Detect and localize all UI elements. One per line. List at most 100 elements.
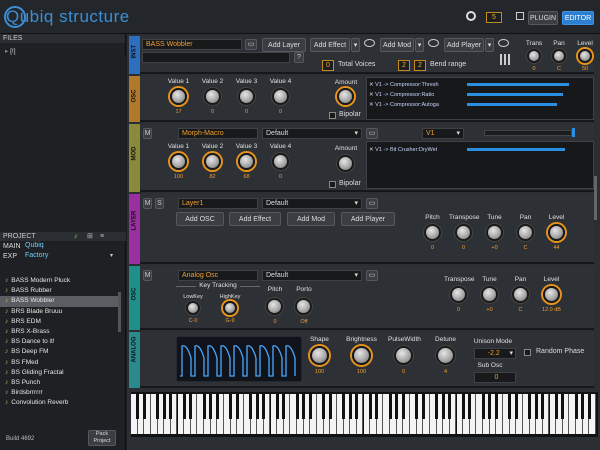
add-osc-button[interactable]: Add OSC <box>176 212 224 226</box>
knob[interactable] <box>436 346 455 365</box>
mod-target-select[interactable]: V1 ▾ <box>422 128 464 139</box>
knob[interactable] <box>481 286 498 303</box>
list-icon[interactable]: ≡ <box>100 232 104 241</box>
knob[interactable] <box>517 224 534 241</box>
black-key[interactable] <box>574 394 578 419</box>
popout-icon[interactable] <box>516 12 524 20</box>
add-mod-dropdown[interactable]: ▾ <box>415 38 424 52</box>
knob[interactable] <box>310 346 329 365</box>
layer-name-field[interactable]: Layer1 <box>178 198 258 209</box>
knob[interactable] <box>455 224 472 241</box>
black-key[interactable] <box>328 394 332 419</box>
osc-porto-knob[interactable] <box>295 298 312 315</box>
mod-route-row[interactable]: ✕ V1 -> Compressor:Autoga <box>369 101 439 109</box>
add-effect-dropdown[interactable]: ▾ <box>351 38 360 52</box>
black-key[interactable] <box>587 394 591 419</box>
add-folder-icon[interactable]: ⊞ <box>87 232 93 241</box>
inst-trans-knob[interactable] <box>527 49 541 63</box>
black-key[interactable] <box>275 394 279 419</box>
knob[interactable] <box>170 88 187 105</box>
preset-list-item[interactable]: ♪ BS Deep FM <box>0 347 118 357</box>
inst-notes-field[interactable] <box>142 52 290 63</box>
main-scrollbar[interactable] <box>594 176 597 220</box>
amount-knob-1[interactable] <box>337 88 354 105</box>
osc-preset-select[interactable]: Default ▾ <box>262 270 362 281</box>
open-folder-icon[interactable]: ▭ <box>245 39 257 50</box>
black-key[interactable] <box>441 394 445 419</box>
black-key[interactable] <box>435 394 439 419</box>
effect-visibility-icon[interactable] <box>364 39 375 47</box>
add-mod-button[interactable]: Add Mod <box>380 38 414 52</box>
add-effect-button[interactable]: Add Effect <box>310 38 350 52</box>
mod-target-slider[interactable] <box>484 130 572 136</box>
black-key[interactable] <box>541 394 545 419</box>
black-key[interactable] <box>182 394 186 419</box>
knob[interactable] <box>272 88 289 105</box>
preset-list-item[interactable]: ♪ BRS Blade Bruuu <box>0 307 118 317</box>
preset-list-item[interactable]: ♪ BASS Rubber <box>0 286 118 296</box>
black-key[interactable] <box>534 394 538 419</box>
mod-route-row[interactable]: ✕ V1 -> Bit Crusher:DryWet <box>369 146 437 154</box>
black-key[interactable] <box>554 394 558 419</box>
knob[interactable] <box>204 88 221 105</box>
layer-add-mod-button[interactable]: Add Mod <box>287 212 335 226</box>
main-select[interactable]: Qubiq <box>25 242 44 249</box>
mod-route-row[interactable]: ✕ V1 -> Compressor:Ratio <box>369 91 434 99</box>
preset-list-item[interactable]: ♪ BASS Modern Pluck <box>0 276 118 286</box>
black-key[interactable] <box>395 394 399 419</box>
preset-list-item[interactable]: ♪ Convolution Reverb <box>0 398 118 408</box>
black-key[interactable] <box>388 394 392 419</box>
black-key[interactable] <box>415 394 419 419</box>
black-key[interactable] <box>514 394 518 419</box>
sidebar-scrollbar[interactable] <box>118 292 121 332</box>
black-key[interactable] <box>322 394 326 419</box>
black-key[interactable] <box>162 394 166 419</box>
black-key[interactable] <box>209 394 213 419</box>
preset-list-item[interactable]: ♪ BRS EDM <box>0 317 118 327</box>
knob[interactable] <box>512 286 529 303</box>
mod-name-field[interactable]: Morph-Macro <box>178 128 258 139</box>
preset-list-item[interactable]: ♪ BS Punch <box>0 378 118 388</box>
inst-level-knob[interactable] <box>578 49 592 63</box>
layer-menu-button[interactable]: M <box>143 198 152 209</box>
black-key[interactable] <box>189 394 193 419</box>
knob[interactable] <box>238 88 255 105</box>
black-key[interactable] <box>229 394 233 419</box>
layer-add-player-button[interactable]: Add Player <box>341 212 395 226</box>
black-key[interactable] <box>308 394 312 419</box>
black-key[interactable] <box>156 394 160 419</box>
sub-osc-select[interactable]: 0 <box>474 372 516 383</box>
knob[interactable] <box>548 224 565 241</box>
black-key[interactable] <box>302 394 306 419</box>
knob[interactable] <box>170 153 187 170</box>
knob[interactable] <box>450 286 467 303</box>
black-key[interactable] <box>561 394 565 419</box>
bend-range-up[interactable]: 2 <box>414 60 426 71</box>
inst-name-field[interactable]: BASS Wobbler <box>142 39 242 50</box>
add-player-dropdown[interactable]: ▾ <box>485 38 494 52</box>
black-key[interactable] <box>481 394 485 419</box>
black-key[interactable] <box>494 394 498 419</box>
help-button[interactable]: ? <box>294 52 304 63</box>
preset-list-item[interactable]: ♪ BS FMed <box>0 358 118 368</box>
exp-dropdown-icon[interactable]: ▾ <box>110 252 113 259</box>
black-key[interactable] <box>401 394 405 419</box>
mod-route-bar[interactable] <box>467 103 557 106</box>
add-player-button[interactable]: Add Player <box>444 38 484 52</box>
black-key[interactable] <box>488 394 492 419</box>
layer-solo-button[interactable]: S <box>155 198 164 209</box>
bipolar-checkbox-1[interactable] <box>329 112 336 119</box>
black-key[interactable] <box>421 394 425 419</box>
preset-list-item[interactable]: ♪ Birdsbrrrrrr <box>0 388 118 398</box>
bend-range-down[interactable]: 2 <box>398 60 410 71</box>
black-key[interactable] <box>348 394 352 419</box>
editor-button[interactable]: EDITOR <box>562 11 594 25</box>
preset-list-item[interactable]: ♪ BS Dance to it! <box>0 337 118 347</box>
black-key[interactable] <box>282 394 286 419</box>
black-key[interactable] <box>136 394 140 419</box>
exp-select[interactable]: Factory <box>25 252 48 259</box>
black-key[interactable] <box>461 394 465 419</box>
unison-mode-select[interactable]: -2.2 ▾ <box>474 348 516 359</box>
pack-project-button[interactable]: Pack Project <box>88 430 116 446</box>
bipolar-checkbox-2[interactable] <box>329 181 336 188</box>
